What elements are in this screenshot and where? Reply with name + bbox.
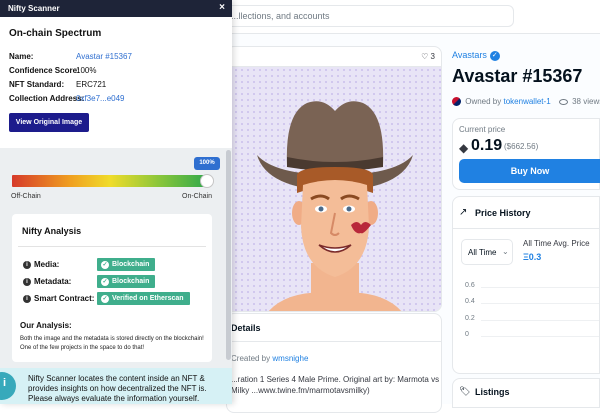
time-range-value: All Time: [468, 248, 497, 257]
analysis-title: Nifty Analysis: [22, 226, 82, 236]
eye-icon: [558, 98, 568, 105]
current-price: 0.19: [471, 137, 503, 154]
axis-tick: 0: [465, 331, 469, 338]
nft-image-card: ♡ 3: [226, 46, 442, 312]
info-icon[interactable]: i: [23, 295, 31, 303]
price-history-header[interactable]: ↗ Price History: [453, 197, 599, 229]
metadata-label: Metadata:: [34, 277, 72, 286]
media-label: Media:: [34, 260, 60, 269]
grid-line: [481, 336, 599, 337]
media-badge-text: Blockchain: [112, 261, 150, 268]
address-value[interactable]: 0xf3e7...e049: [76, 94, 124, 103]
section-title: On-chain Spectrum: [9, 28, 102, 39]
divider: [18, 246, 206, 247]
avg-price-label: All Time Avg. Price: [523, 239, 590, 248]
our-analysis-text: Both the image and the metadata is store…: [20, 336, 204, 351]
owner-avatar-icon: [452, 97, 461, 107]
nifty-scanner-panel: Nifty Scanner × On-chain Spectrum Name: …: [0, 0, 232, 404]
heart-icon: ♡: [421, 52, 429, 61]
created-by: Created by wmsnighe: [231, 354, 308, 363]
panel-header: Nifty Scanner ×: [0, 0, 232, 17]
grid-line: [481, 303, 599, 304]
axis-tick: 0.2: [465, 315, 475, 322]
panel-title: Nifty Scanner: [8, 4, 60, 13]
confidence-value: 100%: [76, 66, 97, 75]
smart-contract-label: Smart Contract:: [34, 294, 95, 303]
ethereum-icon: ◆: [459, 141, 469, 155]
onchain-spectrum-bar: [12, 175, 208, 187]
time-range-select[interactable]: All Time ⌄: [461, 239, 513, 265]
owner-info: Owned by tokenwallet-1 38 views: [452, 97, 600, 107]
collection-name: Avastars: [452, 50, 487, 60]
trend-line-icon: ↗: [459, 207, 468, 218]
grid-line: [481, 320, 599, 321]
verified-badge-icon: ✓: [489, 50, 500, 61]
view-count: 38 views: [572, 97, 600, 106]
owner-link[interactable]: tokenwallet-1: [504, 97, 551, 106]
details-header[interactable]: Details: [227, 314, 441, 342]
favorites-count: 3: [430, 52, 435, 61]
search-placeholder: ...llections, and accounts: [231, 11, 330, 21]
smart-contract-badge[interactable]: ✓ Verified on Etherscan: [97, 292, 190, 305]
collection-link[interactable]: Avastars ✓: [452, 50, 500, 61]
axis-tick: 0.6: [465, 282, 475, 289]
check-icon: ✓: [101, 278, 109, 286]
spectrum-indicator: [200, 174, 214, 188]
axis-tick: 0.4: [465, 298, 475, 305]
on-chain-label: On-Chain: [182, 193, 212, 200]
check-icon: ✓: [101, 295, 109, 303]
grid-line: [481, 287, 599, 288]
our-analysis-title: Our Analysis:: [20, 321, 72, 330]
image-card-header: ♡ 3: [227, 47, 441, 67]
price-history-card: ↗ Price History All Time ⌄ All Time Avg.…: [452, 196, 600, 374]
tag-icon: 🏷: [459, 386, 471, 396]
buy-now-button[interactable]: Buy Now: [459, 159, 600, 183]
chevron-down-icon: ⌄: [502, 247, 509, 256]
address-label: Collection Address:: [9, 94, 85, 103]
avg-price-value: Ξ0.3: [523, 252, 542, 262]
price-history-title: Price History: [475, 208, 531, 218]
created-by-prefix: Created by: [231, 354, 271, 363]
nifty-analysis-card: Nifty Analysis i Media: ✓ Blockchain i Me…: [12, 214, 212, 362]
details-card: Details Created by wmsnighe ...ration 1 …: [226, 313, 442, 413]
name-value[interactable]: Avastar #15367: [76, 52, 132, 61]
scrollbar[interactable]: [226, 150, 231, 360]
details-title: Details: [231, 323, 261, 333]
info-icon[interactable]: i: [23, 261, 31, 269]
price-usd: ($662.56): [504, 142, 539, 151]
item-description: ...ration 1 Series 4 Male Prime. Origina…: [231, 375, 440, 395]
search-input[interactable]: ...llections, and accounts: [224, 5, 514, 27]
owned-prefix: Owned by: [465, 97, 502, 106]
favorite-button[interactable]: ♡ 3: [421, 52, 435, 61]
nft-artwork[interactable]: [227, 67, 441, 311]
name-label: Name:: [9, 52, 34, 61]
view-original-image-button[interactable]: View Original Image: [9, 113, 89, 132]
spectrum-percent-bubble: 100%: [194, 157, 220, 170]
standard-label: NFT Standard:: [9, 80, 65, 89]
item-title: Avastar #15367: [452, 66, 583, 86]
standard-value: ERC721: [76, 80, 107, 89]
metadata-badge-text: Blockchain: [112, 278, 150, 285]
media-badge: ✓ Blockchain: [97, 258, 156, 271]
off-chain-label: Off-Chain: [11, 193, 41, 200]
close-icon[interactable]: ×: [219, 2, 225, 13]
smart-contract-badge-text: Verified on Etherscan: [112, 295, 184, 302]
confidence-label: Confidence Score:: [9, 66, 80, 75]
info-icon: i: [3, 377, 7, 389]
info-footer: i Nifty Scanner locates the content insi…: [0, 368, 232, 404]
avatar-portrait: [257, 101, 413, 311]
current-price-label: Current price: [459, 125, 506, 134]
metadata-badge: ✓ Blockchain: [97, 275, 156, 288]
price-card: Current price ◆ 0.19 ($662.56) Buy Now: [452, 118, 600, 190]
creator-link[interactable]: wmsnighe: [272, 354, 308, 363]
info-icon[interactable]: i: [23, 278, 31, 286]
footer-text: Nifty Scanner locates the content inside…: [28, 374, 207, 403]
listings-title: Listings: [475, 387, 510, 397]
check-icon: ✓: [101, 261, 109, 269]
